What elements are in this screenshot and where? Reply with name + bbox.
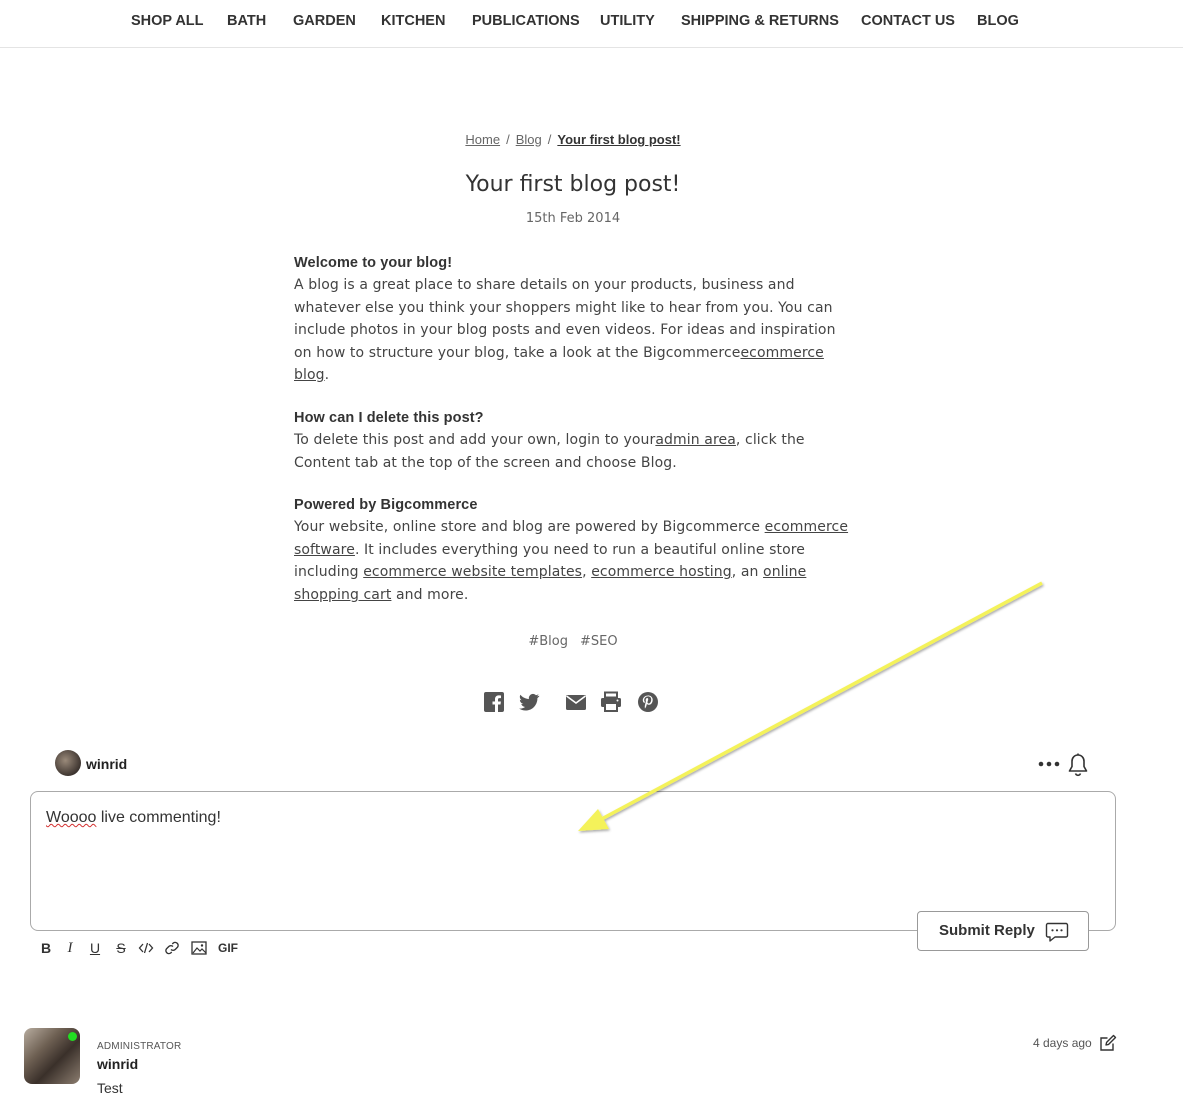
post-date: 15th Feb 2014 — [525, 211, 621, 226]
facebook-icon[interactable] — [482, 690, 506, 714]
comment-input-rest: live commenting! — [96, 809, 221, 826]
section-paragraph: To delete this post and add your own, lo… — [294, 429, 854, 474]
comment-timestamp[interactable]: 4 days ago — [1033, 1036, 1092, 1050]
comment-item: ADMINISTRATOR winrid Test 4 days ago — [24, 1028, 1124, 1108]
ecommerce-hosting-link[interactable]: ecommerce hosting — [591, 564, 732, 580]
nav-shop-all[interactable]: SHOP ALL — [131, 13, 204, 29]
breadcrumb-current[interactable]: Your first blog post! — [557, 132, 680, 147]
comment-input-text: Woooo live commenting! — [46, 809, 221, 827]
italic-button[interactable]: I — [60, 937, 80, 959]
breadcrumb-separator: / — [547, 132, 552, 147]
paragraph-text: To delete this post and add your own, lo… — [294, 431, 656, 448]
submit-reply-button[interactable]: Submit Reply — [917, 911, 1089, 951]
paragraph-text: Your website, online store and blog are … — [294, 519, 765, 536]
strikethrough-button[interactable]: S — [111, 937, 131, 959]
paragraph-text: , — [582, 564, 592, 581]
post-tags: #Blog #SEO — [0, 634, 1146, 649]
comment-author[interactable]: winrid — [97, 1056, 138, 1072]
edit-icon[interactable] — [1099, 1034, 1117, 1052]
composer-username: winrid — [86, 756, 128, 772]
nav-utility[interactable]: UTILITY — [600, 13, 655, 29]
more-options-icon[interactable] — [1036, 754, 1062, 774]
gif-button[interactable]: GIF — [215, 937, 241, 959]
image-icon[interactable] — [189, 937, 209, 959]
print-icon[interactable] — [599, 690, 623, 714]
pinterest-icon[interactable] — [636, 690, 660, 714]
ecommerce-templates-link[interactable]: ecommerce website templates — [363, 564, 582, 580]
nav-shipping-returns[interactable]: SHIPPING & RETURNS — [681, 13, 839, 29]
bell-icon[interactable] — [1066, 752, 1090, 778]
tag-link[interactable]: #SEO — [580, 634, 618, 649]
nav-kitchen[interactable]: KITCHEN — [381, 13, 445, 29]
underline-button[interactable]: U — [85, 937, 105, 959]
comment-input[interactable]: Woooo live commenting! — [30, 791, 1116, 931]
chat-bubble-icon — [1045, 922, 1069, 942]
nav-blog[interactable]: BLOG — [977, 13, 1019, 29]
link-icon[interactable] — [162, 937, 182, 959]
section-paragraph: A blog is a great place to share details… — [294, 274, 854, 387]
breadcrumb-separator: / — [506, 132, 510, 147]
top-navigation: SHOP ALL BATH GARDEN KITCHEN PUBLICATION… — [0, 0, 1183, 48]
breadcrumb-home[interactable]: Home — [465, 132, 500, 147]
paragraph-text: and more. — [391, 586, 469, 603]
nav-contact-us[interactable]: CONTACT US — [861, 13, 955, 29]
breadcrumb-blog[interactable]: Blog — [516, 132, 542, 147]
author-role-badge: ADMINISTRATOR — [97, 1041, 182, 1052]
code-icon[interactable] — [136, 937, 156, 959]
section-heading: Powered by Bigcommerce — [294, 497, 478, 514]
avatar — [55, 750, 81, 776]
breadcrumb: Home / Blog / Your first blog post! — [0, 132, 1146, 147]
section-heading: Welcome to your blog! — [294, 255, 453, 271]
paragraph-text: , an — [731, 564, 764, 581]
admin-area-link[interactable]: admin area — [655, 432, 736, 448]
nav-bath[interactable]: BATH — [227, 13, 266, 29]
comment-text: Test — [97, 1080, 123, 1096]
paragraph-text: . — [324, 367, 330, 384]
email-icon[interactable] — [564, 690, 588, 714]
post-title: Your first blog post! — [465, 172, 681, 197]
submit-reply-label: Submit Reply — [939, 922, 1035, 939]
section-paragraph: Your website, online store and blog are … — [294, 516, 854, 606]
twitter-icon[interactable] — [517, 690, 541, 714]
post-body: Welcome to your blog! A blog is a great … — [294, 252, 854, 627]
online-status-indicator — [68, 1032, 77, 1041]
section-heading: How can I delete this post? — [294, 409, 484, 426]
tag-link[interactable]: #Blog — [528, 634, 568, 649]
bold-button[interactable]: B — [36, 937, 56, 959]
nav-publications[interactable]: PUBLICATIONS — [472, 13, 580, 29]
nav-garden[interactable]: GARDEN — [293, 13, 356, 29]
misspelled-word: Woooo — [46, 809, 97, 826]
